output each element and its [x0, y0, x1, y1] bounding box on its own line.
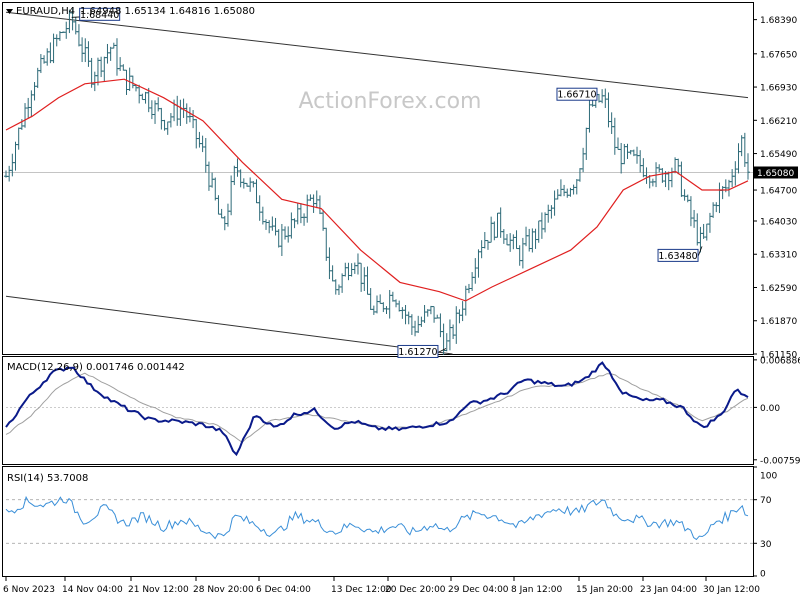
svg-text:1.65080: 1.65080 — [757, 169, 794, 179]
symbol-label: EURAUD,H4 — [16, 6, 75, 17]
x-tick-label: 13 Dec 12:00 — [331, 585, 392, 595]
svg-text:1.61270: 1.61270 — [398, 347, 437, 358]
rsi-y-tick-label: 70 — [760, 496, 772, 506]
svg-text:1.63480: 1.63480 — [658, 251, 697, 262]
x-tick-label: 6 Nov 2023 — [3, 585, 55, 595]
rsi-y-tick-label: 100 — [760, 472, 777, 482]
x-tick-label: 15 Jan 20:00 — [576, 585, 633, 595]
macd-y-tick-label: 0.006886 — [760, 356, 800, 366]
x-tick-label: 14 Nov 04:00 — [62, 585, 123, 595]
watermark: ActionForex.com — [299, 89, 482, 114]
chart-svg: 1.684401.667101.634801.61270 1.683901.67… — [2, 2, 800, 595]
y-tick-label: 1.68390 — [760, 16, 797, 26]
y-tick-label: 1.64030 — [760, 217, 797, 227]
rsi-y-tick-label: 30 — [760, 540, 772, 550]
x-tick-label: 28 Nov 20:00 — [193, 585, 254, 595]
macd-title: MACD(12,26,9) 0.001746 0.001442 — [7, 362, 185, 373]
y-tick-label: 1.67650 — [760, 50, 797, 60]
price-annotation: 1.66710 — [556, 87, 598, 101]
y-tick-label: 1.66930 — [760, 84, 797, 94]
rsi-title: RSI(14) 53.7008 — [7, 473, 88, 484]
y-tick-label: 1.64700 — [760, 187, 797, 197]
y-tick-label: 1.63310 — [760, 251, 797, 261]
rsi-y-tick-label: 0 — [760, 570, 766, 580]
x-tick-label: 23 Jan 04:00 — [640, 585, 697, 595]
x-tick-label: 30 Jan 12:00 — [703, 585, 760, 595]
macd-y-tick-label: 0.00 — [760, 404, 780, 414]
y-tick-label: 1.65490 — [760, 150, 797, 160]
svg-text:1.66710: 1.66710 — [557, 90, 596, 101]
x-tick-label: 29 Dec 04:00 — [448, 585, 509, 595]
chart-window: 1.68440 1.66710 1.63480 1.61270 1.68390 1.67… — [0, 0, 800, 600]
y-tick-label: 1.62590 — [760, 284, 797, 294]
rsi-panel-frame — [2, 466, 754, 577]
ohlc-label: 1.64948 1.65134 1.64816 1.65080 — [80, 6, 255, 17]
y-tick-label: 1.66210 — [760, 117, 797, 127]
x-tick-label: 21 Nov 12:00 — [128, 585, 189, 595]
y-tick-label: 1.61870 — [760, 317, 797, 327]
current-price-tag: 1.65080 — [754, 166, 798, 179]
x-tick-label: 20 Dec 20:00 — [385, 585, 446, 595]
macd-y-tick-label: -0.007591 — [760, 456, 800, 466]
x-tick-label: 8 Jan 12:00 — [511, 585, 563, 595]
x-tick-label: 6 Dec 04:00 — [256, 585, 311, 595]
